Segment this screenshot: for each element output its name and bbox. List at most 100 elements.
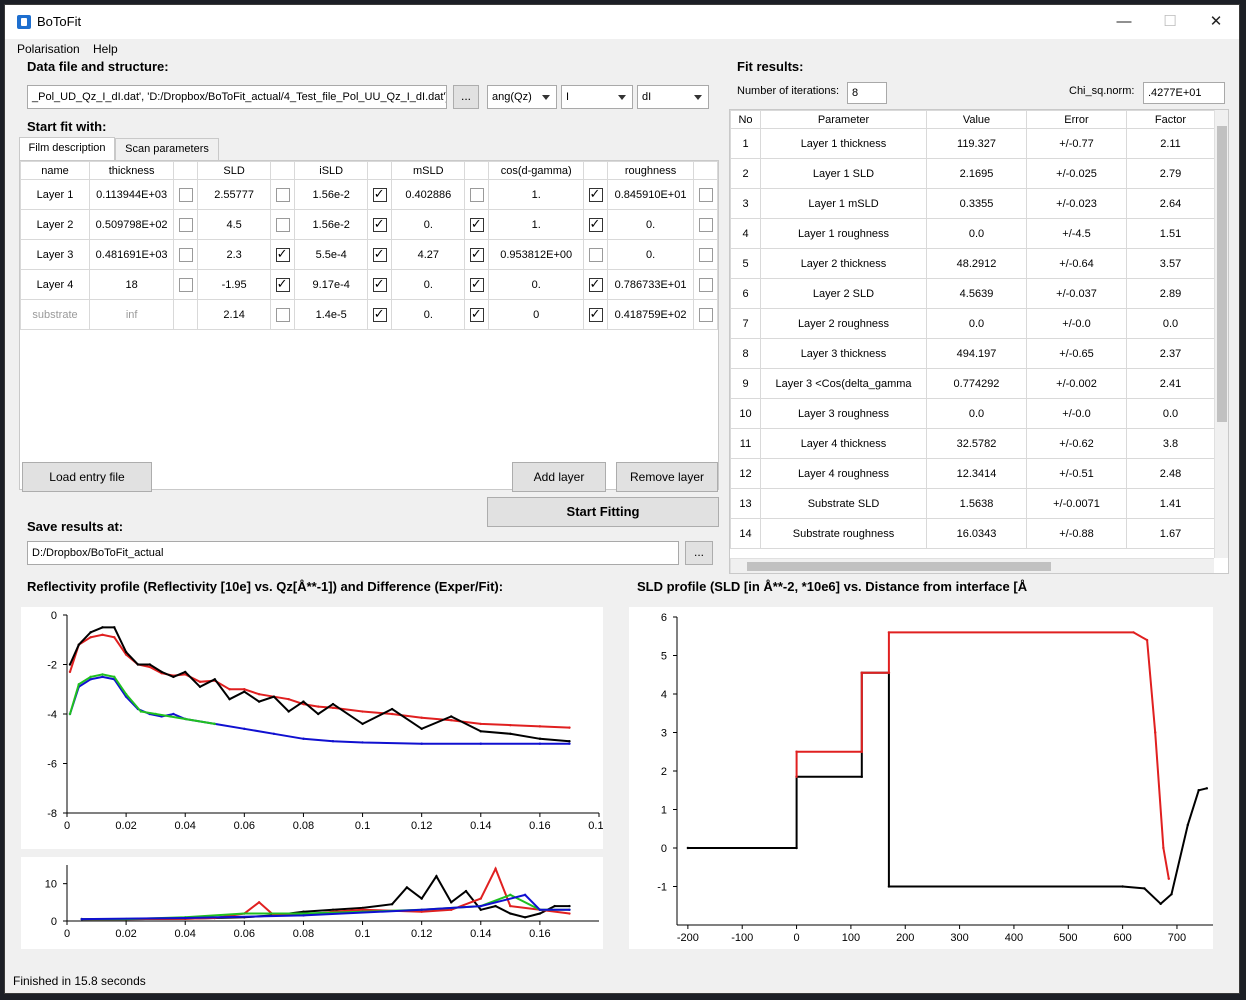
checkbox-unchecked[interactable] [275, 187, 290, 202]
film-cell-roughness[interactable]: 0.845910E+01 [606, 179, 695, 210]
film-col-header[interactable] [173, 161, 198, 180]
checkbox-unchecked[interactable] [275, 217, 290, 232]
checkbox-unchecked[interactable] [698, 247, 713, 262]
film-col-header[interactable] [270, 161, 296, 180]
tab-film-description[interactable]: Film description [19, 137, 115, 160]
fit-col-header[interactable]: Factor [1126, 110, 1215, 129]
film-cell-thickness[interactable]: 0.113944E+03 [89, 179, 175, 210]
checkbox-checked[interactable] [372, 246, 387, 262]
film-cell-msld[interactable]: 0.402886 [391, 179, 466, 210]
checkbox-checked[interactable] [469, 306, 484, 322]
film-col-header[interactable]: name [19, 161, 91, 180]
maximize-icon[interactable]: ☐ [1147, 5, 1193, 39]
film-col-header[interactable]: roughness [606, 161, 695, 180]
film-cell-isld[interactable]: 9.17e-4 [294, 269, 369, 300]
film-cell-name[interactable]: Layer 1 [19, 179, 91, 210]
fit-col-header[interactable]: Error [1026, 110, 1127, 129]
film-cell-msld[interactable]: 0. [391, 209, 466, 240]
checkbox-unchecked[interactable] [178, 277, 193, 292]
film-cell-cos[interactable]: 0.953812E+00 [488, 239, 585, 270]
y-axis-combo[interactable]: I [561, 85, 633, 109]
film-cell-sld[interactable]: 4.5 [196, 209, 272, 240]
checkbox-checked[interactable] [588, 216, 603, 232]
fit-row[interactable]: 7 Layer 2 roughness 0.0 +/-0.0 0.0 [730, 308, 1215, 339]
film-cell-isld[interactable]: 1.56e-2 [294, 209, 369, 240]
film-col-header[interactable] [367, 161, 393, 180]
fit-row[interactable]: 13 Substrate SLD 1.5638 +/-0.0071 1.41 [730, 488, 1215, 519]
remove-layer-button[interactable]: Remove layer [616, 462, 718, 492]
fit-row[interactable]: 11 Layer 4 thickness 32.5782 +/-0.62 3.8 [730, 428, 1215, 459]
film-cell-name[interactable]: substrate [19, 299, 91, 330]
film-col-header[interactable]: SLD [196, 161, 272, 180]
checkbox-checked[interactable] [469, 276, 484, 292]
fit-results-hscrollbar[interactable] [730, 558, 1214, 573]
fit-row[interactable]: 2 Layer 1 SLD 2.1695 +/-0.025 2.79 [730, 158, 1215, 189]
film-cell-sld[interactable]: 2.3 [196, 239, 272, 270]
checkbox-unchecked[interactable] [178, 247, 193, 262]
film-cell-sld[interactable]: 2.55777 [196, 179, 272, 210]
add-layer-button[interactable]: Add layer [512, 462, 606, 492]
checkbox-unchecked[interactable] [698, 217, 713, 232]
checkbox-unchecked[interactable] [698, 307, 713, 322]
film-col-header[interactable]: iSLD [294, 161, 369, 180]
load-entry-file-button[interactable]: Load entry file [22, 462, 152, 492]
fit-row[interactable]: 5 Layer 2 thickness 48.2912 +/-0.64 3.57 [730, 248, 1215, 279]
close-icon[interactable]: ✕ [1193, 5, 1239, 39]
menu-help[interactable]: Help [93, 42, 118, 56]
tab-scan-parameters[interactable]: Scan parameters [115, 138, 219, 160]
film-cell-roughness[interactable]: 0. [606, 239, 695, 270]
film-cell-cos[interactable]: 0 [488, 299, 585, 330]
fit-row[interactable]: 10 Layer 3 roughness 0.0 +/-0.0 0.0 [730, 398, 1215, 429]
checkbox-unchecked[interactable] [275, 307, 290, 322]
chi-sq-input[interactable]: .4277E+01 [1143, 82, 1225, 104]
film-cell-msld[interactable]: 0. [391, 269, 466, 300]
film-cell-name[interactable]: Layer 3 [19, 239, 91, 270]
checkbox-checked[interactable] [469, 246, 484, 262]
film-cell-sld[interactable]: 2.14 [196, 299, 272, 330]
film-cell-name[interactable]: Layer 2 [19, 209, 91, 240]
checkbox-checked[interactable] [275, 276, 290, 292]
data-file-input[interactable]: _Pol_UD_Qz_I_dI.dat', 'D:/Dropbox/BoToFi… [27, 85, 447, 109]
film-col-header[interactable] [693, 161, 718, 180]
fit-row[interactable]: 1 Layer 1 thickness 119.327 +/-0.77 2.11 [730, 128, 1215, 159]
vscroll-thumb[interactable] [1217, 126, 1227, 422]
film-cell-msld[interactable]: 4.27 [391, 239, 466, 270]
film-cell-msld[interactable]: 0. [391, 299, 466, 330]
film-cell-roughness[interactable]: 0. [606, 209, 695, 240]
fit-col-header[interactable]: Value [926, 110, 1027, 129]
film-cell-isld[interactable]: 1.4e-5 [294, 299, 369, 330]
fit-results-vscrollbar[interactable] [1214, 110, 1228, 558]
film-col-header[interactable] [583, 161, 608, 180]
film-cell-isld[interactable]: 1.56e-2 [294, 179, 369, 210]
fit-row[interactable]: 3 Layer 1 mSLD 0.3355 +/-0.023 2.64 [730, 188, 1215, 219]
start-fitting-button[interactable]: Start Fitting [487, 497, 719, 527]
fit-row[interactable]: 12 Layer 4 roughness 12.3414 +/-0.51 2.48 [730, 458, 1215, 489]
checkbox-checked[interactable] [372, 306, 387, 322]
checkbox-unchecked[interactable] [588, 247, 603, 262]
film-cell-roughness[interactable]: 0.786733E+01 [606, 269, 695, 300]
checkbox-unchecked[interactable] [698, 277, 713, 292]
film-col-header[interactable]: mSLD [391, 161, 466, 180]
data-file-browse-button[interactable]: ... [453, 85, 479, 109]
film-cell-isld[interactable]: 5.5e-4 [294, 239, 369, 270]
checkbox-checked[interactable] [372, 186, 387, 202]
film-cell-thickness[interactable]: inf [89, 299, 175, 330]
checkbox-checked[interactable] [372, 216, 387, 232]
film-col-header[interactable]: thickness [89, 161, 175, 180]
fit-row[interactable]: 6 Layer 2 SLD 4.5639 +/-0.037 2.89 [730, 278, 1215, 309]
checkbox-unchecked[interactable] [698, 187, 713, 202]
film-col-header[interactable] [464, 161, 490, 180]
fit-row[interactable]: 8 Layer 3 thickness 494.197 +/-0.65 2.37 [730, 338, 1215, 369]
checkbox-unchecked[interactable] [178, 187, 193, 202]
save-path-browse-button[interactable]: ... [685, 541, 713, 565]
film-cell-sld[interactable]: -1.95 [196, 269, 272, 300]
fit-row[interactable]: 4 Layer 1 roughness 0.0 +/-4.5 1.51 [730, 218, 1215, 249]
film-cell-name[interactable]: Layer 4 [19, 269, 91, 300]
x-axis-combo[interactable]: ang(Qz) [487, 85, 557, 109]
checkbox-checked[interactable] [588, 276, 603, 292]
film-cell-thickness[interactable]: 0.481691E+03 [89, 239, 175, 270]
checkbox-checked[interactable] [469, 216, 484, 232]
minimize-icon[interactable]: — [1101, 5, 1147, 39]
save-path-input[interactable]: D:/Dropbox/BoToFit_actual [27, 541, 679, 565]
error-combo[interactable]: dI [637, 85, 709, 109]
